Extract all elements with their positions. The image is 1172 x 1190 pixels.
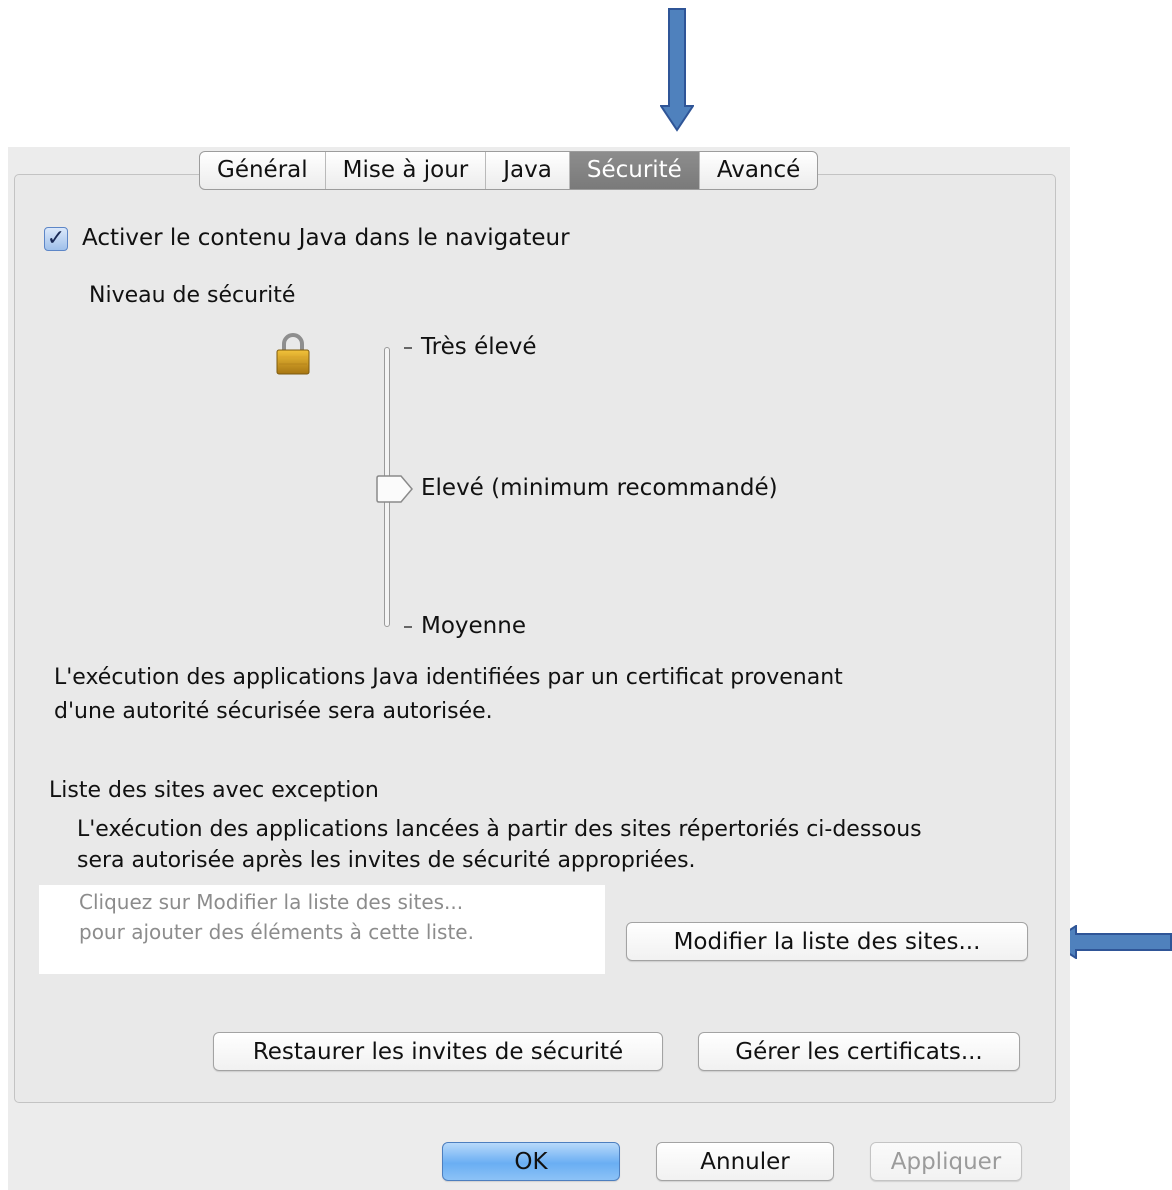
manage-certificates-button[interactable]: Gérer les certificats... xyxy=(698,1032,1020,1071)
apply-button[interactable]: Appliquer xyxy=(870,1142,1022,1181)
tab-security[interactable]: Sécurité xyxy=(569,152,700,189)
tab-java[interactable]: Java xyxy=(486,152,570,189)
restore-security-prompts-button[interactable]: Restaurer les invites de sécurité xyxy=(213,1032,663,1071)
level-very-high: Très élevé xyxy=(421,334,537,360)
enable-java-checkbox[interactable]: ✓ xyxy=(44,227,68,251)
placeholder-line1: Cliquez sur Modifier la liste des sites.… xyxy=(79,890,464,914)
tab-advanced[interactable]: Avancé xyxy=(700,152,817,189)
tab-general[interactable]: Général xyxy=(200,152,326,189)
level-medium: Moyenne xyxy=(421,613,526,639)
enable-java-label: Activer le contenu Java dans le navigate… xyxy=(82,225,570,251)
exception-sites-title: Liste des sites avec exception xyxy=(49,778,379,803)
slider-tick-medium xyxy=(404,626,412,628)
level-high: Elevé (minimum recommandé) xyxy=(421,475,778,501)
placeholder-line2: pour ajouter des éléments à cette liste. xyxy=(79,920,474,944)
security-description-line1: L'exécution des applications Java identi… xyxy=(54,665,843,690)
security-description-line2: d'une autorité sécurisée sera autorisée. xyxy=(54,699,493,724)
padlock-icon xyxy=(276,333,310,375)
exception-site-list[interactable]: Cliquez sur Modifier la liste des sites.… xyxy=(39,885,605,974)
ok-button[interactable]: OK xyxy=(442,1142,620,1181)
cancel-button[interactable]: Annuler xyxy=(656,1142,834,1181)
security-level-title: Niveau de sécurité xyxy=(89,283,296,308)
exception-description-line2: sera autorisée après les invites de sécu… xyxy=(77,848,696,873)
tab-update[interactable]: Mise à jour xyxy=(326,152,487,189)
slider-tick-high xyxy=(404,347,412,349)
exception-description-line1: L'exécution des applications lancées à p… xyxy=(77,817,922,842)
site-list-placeholder: Cliquez sur Modifier la liste des sites.… xyxy=(79,887,474,947)
slider-thumb[interactable] xyxy=(375,475,413,503)
edit-site-list-button[interactable]: Modifier la liste des sites... xyxy=(626,922,1028,961)
checkmark-icon: ✓ xyxy=(46,226,66,251)
annotation-arrow-down-icon xyxy=(660,8,694,132)
tab-bar: Général Mise à jour Java Sécurité Avancé xyxy=(199,151,819,190)
